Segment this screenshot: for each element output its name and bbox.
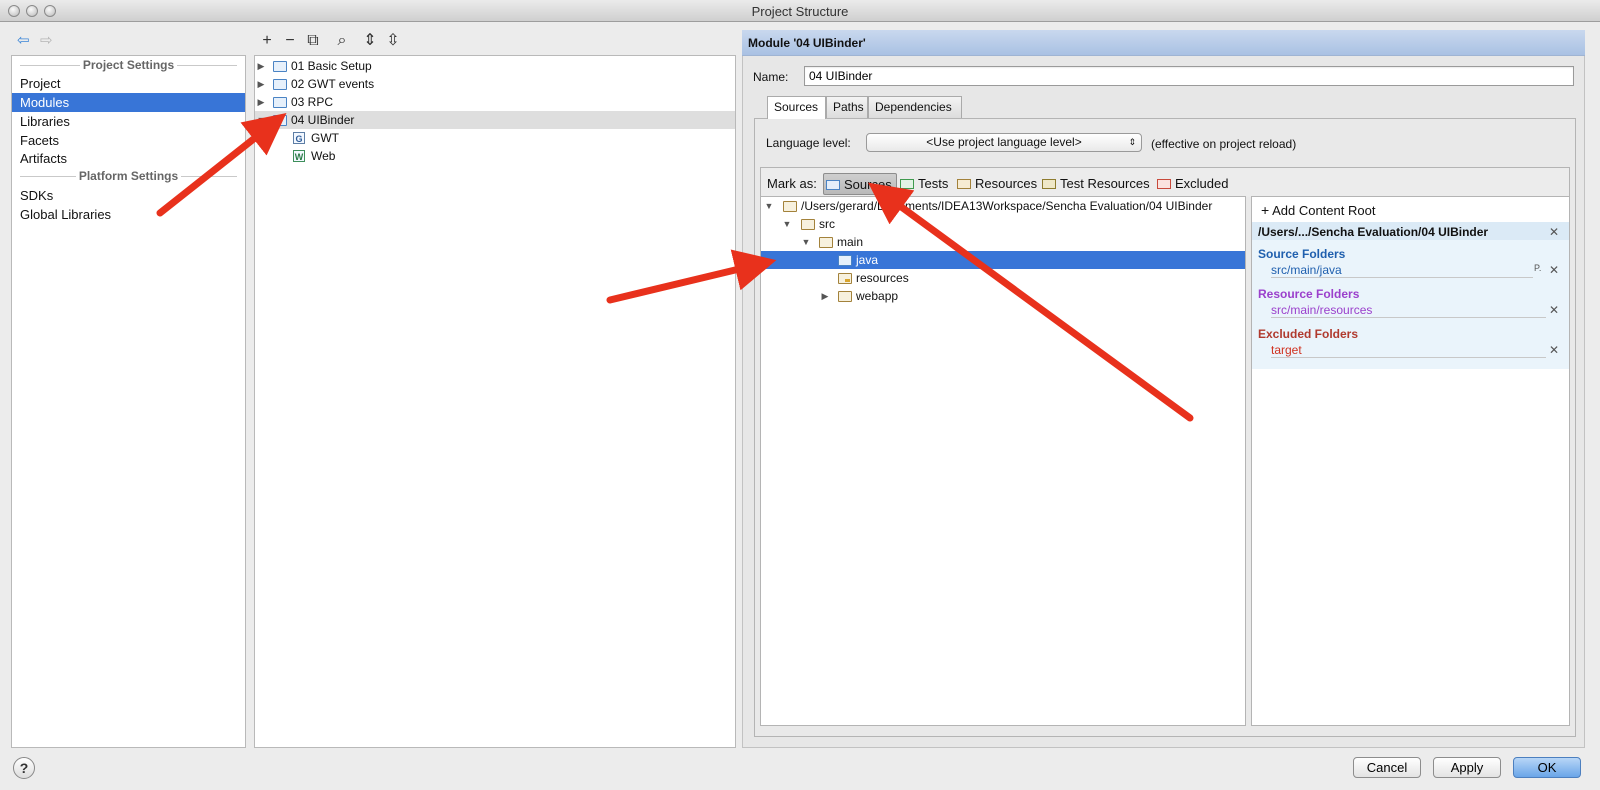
edit-package-prefix-icon[interactable]: P. — [1534, 263, 1541, 273]
sidebar-item-global-libraries[interactable]: Global Libraries — [12, 205, 245, 224]
content-root-tree: ▼ /Users/gerard/Documents/IDEA13Workspac… — [760, 196, 1246, 726]
module-tree: ▶ 01 Basic Setup ▶ 02 GWT events ▶ 03 RP… — [254, 55, 736, 748]
content-roots-panel: + Add Content Root /Users/.../Sencha Eva… — [1251, 196, 1570, 726]
remove-resource-folder-icon[interactable]: ✕ — [1549, 303, 1559, 317]
tree-item-main[interactable]: ▼ main — [761, 233, 1245, 251]
tests-folder-icon — [900, 179, 914, 189]
collapse-triangle-icon[interactable]: ▼ — [782, 215, 792, 233]
tree-item-resources[interactable]: resources — [761, 269, 1245, 287]
language-level-note: (effective on project reload) — [1151, 137, 1297, 151]
folder-icon — [801, 219, 815, 230]
module-folder-icon — [273, 97, 287, 108]
expand-triangle-icon[interactable]: ▶ — [256, 93, 266, 111]
mark-sources-button[interactable]: Sources — [823, 173, 897, 195]
gwt-facet-icon: G — [293, 132, 305, 144]
source-folder-icon — [838, 255, 852, 266]
sidebar-item-libraries[interactable]: Libraries — [12, 112, 245, 131]
resource-folders-header: Resource Folders — [1258, 287, 1360, 301]
tree-item-module[interactable]: ▶ 03 RPC — [255, 93, 735, 111]
tab-paths[interactable]: Paths — [826, 96, 868, 118]
test-resources-folder-icon — [1042, 179, 1056, 189]
folder-icon — [838, 291, 852, 302]
name-label: Name: — [753, 70, 789, 84]
ok-button[interactable]: OK — [1513, 757, 1581, 778]
remove-content-root-icon[interactable]: ✕ — [1549, 225, 1559, 239]
source-folders-header: Source Folders — [1258, 247, 1346, 261]
expand-triangle-icon[interactable]: ▶ — [820, 287, 830, 305]
mark-tests-button[interactable]: Tests — [898, 173, 948, 195]
expand-triangle-icon[interactable]: ▶ — [256, 57, 266, 75]
mark-resources-button[interactable]: Resources — [955, 173, 1037, 195]
tree-item-content-root[interactable]: ▼ /Users/gerard/Documents/IDEA13Workspac… — [761, 197, 1245, 215]
excluded-folders-header: Excluded Folders — [1258, 327, 1359, 341]
plus-icon: + — [1261, 202, 1270, 218]
collapse-triangle-icon[interactable]: ▼ — [801, 233, 811, 251]
platform-settings-header: Platform Settings — [12, 168, 245, 184]
module-name-input[interactable] — [804, 66, 1574, 86]
tab-sources[interactable]: Sources — [767, 96, 826, 119]
back-arrow-icon[interactable]: ⇦ — [17, 33, 30, 49]
web-facet-icon: W — [293, 150, 305, 162]
resource-folder-entry[interactable]: src/main/resources — [1271, 303, 1372, 317]
copy-icon[interactable]: ⧉ — [305, 33, 321, 49]
module-folder-icon — [273, 115, 287, 126]
resources-folder-icon — [957, 179, 971, 189]
remove-icon[interactable]: − — [282, 33, 298, 49]
tree-item-java-selected[interactable]: java — [761, 251, 1245, 269]
add-content-root-button[interactable]: + Add Content Root — [1261, 202, 1375, 218]
folder-icon — [819, 237, 833, 248]
expand-all-icon[interactable]: ⇕ — [362, 33, 378, 49]
window-title: Project Structure — [751, 4, 849, 19]
remove-excluded-folder-icon[interactable]: ✕ — [1549, 343, 1559, 357]
sidebar-item-artifacts[interactable]: Artifacts — [12, 149, 245, 168]
resource-folder-icon — [838, 273, 852, 284]
select-arrows-icon: ⇕ — [1128, 137, 1136, 147]
tree-item-facet-web[interactable]: W Web — [255, 147, 735, 165]
remove-source-folder-icon[interactable]: ✕ — [1549, 263, 1559, 277]
apply-button[interactable]: Apply — [1433, 757, 1501, 778]
mark-as-label: Mark as: — [767, 176, 817, 191]
collapse-triangle-icon[interactable]: ▼ — [764, 197, 774, 215]
add-icon[interactable]: + — [259, 33, 275, 49]
source-folder-entry[interactable]: src/main/java — [1271, 263, 1342, 277]
mark-test-resources-button[interactable]: Test Resources — [1040, 173, 1150, 195]
module-folder-icon — [273, 61, 287, 72]
language-level-label: Language level: — [766, 136, 851, 150]
find-icon[interactable]: ⌕ — [334, 33, 350, 49]
mark-excluded-button[interactable]: Excluded — [1155, 173, 1228, 195]
collapse-all-icon[interactable]: ⇳ — [385, 33, 401, 49]
module-folder-icon — [273, 79, 287, 90]
expand-triangle-icon[interactable]: ▶ — [256, 75, 266, 93]
tab-dependencies[interactable]: Dependencies — [868, 96, 962, 118]
sidebar-item-facets[interactable]: Facets — [12, 131, 245, 150]
sidebar-item-modules[interactable]: Modules — [12, 93, 245, 112]
tree-item-module[interactable]: ▶ 02 GWT events — [255, 75, 735, 93]
sources-folder-icon — [826, 180, 840, 190]
tree-item-module[interactable]: ▶ 01 Basic Setup — [255, 57, 735, 75]
folder-icon — [783, 201, 797, 212]
collapse-triangle-icon[interactable]: ▼ — [256, 111, 266, 129]
help-button[interactable]: ? — [13, 757, 35, 779]
cancel-button[interactable]: Cancel — [1353, 757, 1421, 778]
module-header: Module '04 UIBinder' — [742, 30, 1585, 56]
title-bar: Project Structure — [0, 0, 1600, 22]
project-settings-header: Project Settings — [12, 57, 245, 73]
tree-item-src[interactable]: ▼ src — [761, 215, 1245, 233]
tree-item-webapp[interactable]: ▶ webapp — [761, 287, 1245, 305]
tree-item-module-selected[interactable]: ▼ 04 UIBinder — [255, 111, 735, 129]
sidebar-item-project[interactable]: Project — [12, 74, 245, 93]
sidebar-item-sdks[interactable]: SDKs — [12, 186, 245, 205]
excluded-folder-entry[interactable]: target — [1271, 343, 1302, 357]
excluded-folder-icon — [1157, 179, 1171, 189]
tree-item-facet-gwt[interactable]: G GWT — [255, 129, 735, 147]
settings-sidebar: Project Settings Project Modules Librari… — [11, 55, 246, 748]
content-root-path: /Users/.../Sencha Evaluation/04 UIBinder — [1258, 225, 1489, 239]
forward-arrow-icon[interactable]: ⇨ — [40, 33, 53, 49]
language-level-select[interactable]: <Use project language level> ⇕ — [866, 133, 1142, 152]
